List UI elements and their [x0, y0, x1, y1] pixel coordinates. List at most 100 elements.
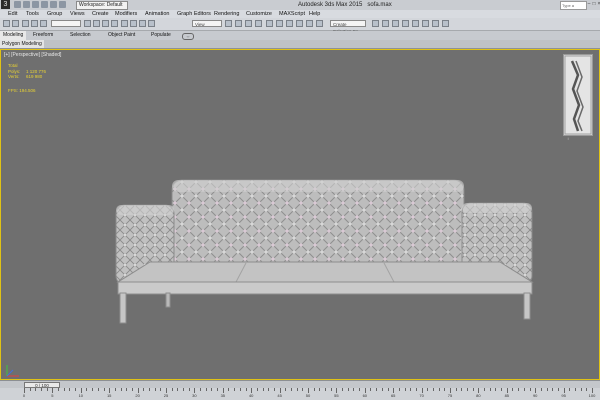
track-tick [148, 388, 150, 391]
track-tick [455, 388, 457, 391]
track-tick [319, 388, 321, 391]
track-tick [387, 388, 389, 391]
track-tick [256, 388, 258, 391]
track-tick [296, 388, 298, 391]
track-tick [273, 388, 275, 391]
track-tick [444, 388, 446, 391]
track-tick [205, 388, 207, 391]
track-tick [262, 388, 264, 391]
track-tick [574, 388, 576, 391]
track-tick [540, 388, 542, 391]
track-tick-label: 0 [22, 393, 26, 398]
track-tick [313, 388, 315, 391]
track-tick-label: 15 [106, 393, 112, 398]
sofa-model[interactable] [0, 0, 600, 400]
track-tick [461, 388, 463, 391]
track-tick [404, 388, 406, 391]
track-tick [518, 388, 520, 391]
track-tick [29, 388, 31, 391]
track-tick [211, 388, 213, 391]
sofa-backrest [171, 179, 465, 273]
track-tick [569, 388, 571, 391]
track-tick [114, 388, 116, 391]
track-tick [41, 388, 43, 391]
track-tick [63, 388, 65, 391]
track-tick-label: 95 [561, 393, 566, 398]
track-tick [200, 388, 202, 391]
track-tick [467, 388, 469, 391]
track-tick [529, 388, 531, 391]
track-tick-label: 25 [163, 393, 169, 398]
track-tick [234, 388, 236, 391]
track-tick [285, 388, 287, 391]
track-tick-label: 35 [220, 393, 226, 398]
track-tick [245, 388, 247, 391]
track-tick-label: 80 [476, 393, 481, 398]
track-tick [489, 388, 491, 391]
track-tick-label: 65 [390, 393, 396, 398]
track-tick [438, 388, 440, 391]
track-tick [472, 388, 474, 391]
track-bar-ticks: 0 5 10 15 20 25 30 35 40 45 50 55 60 65 70 75 80 85 90 95 10… [0, 388, 600, 398]
track-tick [381, 388, 383, 391]
track-tick-label: 70 [419, 393, 424, 398]
track-tick-label: 90 [532, 393, 538, 398]
track-tick [160, 388, 162, 391]
track-tick [97, 388, 99, 391]
track-tick [228, 388, 230, 391]
track-tick [58, 388, 60, 391]
track-tick [325, 388, 327, 391]
sofa-seat [116, 261, 534, 283]
track-tick [398, 388, 400, 391]
track-tick-label: 40 [248, 393, 254, 398]
track-bar[interactable]: 0 5 10 15 20 25 30 35 40 45 50 55 60 65 70 75 80 85 90 95 10… [0, 388, 600, 400]
track-tick [410, 388, 412, 391]
track-tick-label: 75 [447, 393, 453, 398]
track-tick [501, 388, 503, 391]
sofa-base-frame [117, 281, 533, 324]
track-tick [484, 388, 486, 391]
track-tick [376, 388, 378, 391]
track-tick-label: 50 [305, 393, 311, 398]
track-tick [370, 388, 372, 391]
track-tick [120, 388, 122, 391]
track-tick [217, 388, 219, 391]
world-axis-tripod-icon [6, 365, 19, 377]
track-tick-label: 20 [135, 393, 140, 398]
track-tick [415, 388, 417, 391]
track-tick [143, 388, 145, 391]
track-tick [290, 388, 292, 391]
track-tick [552, 388, 554, 391]
track-tick [353, 388, 355, 391]
track-tick-label: 45 [277, 393, 282, 398]
track-tick-label: 55 [334, 393, 339, 398]
track-tick [171, 388, 173, 391]
track-tick [86, 388, 88, 391]
track-tick [580, 388, 582, 391]
track-tick [557, 388, 559, 391]
track-tick [268, 388, 270, 391]
track-tick-label: 85 [504, 393, 510, 398]
track-tick [432, 388, 434, 391]
track-tick [342, 388, 344, 391]
track-tick [546, 388, 548, 391]
track-tick [131, 388, 133, 391]
track-tick-label: 100 [588, 393, 596, 398]
track-tick [586, 388, 588, 391]
track-tick [347, 388, 349, 391]
track-tick [75, 388, 77, 391]
track-tick [154, 388, 156, 391]
track-tick [177, 388, 179, 391]
track-tick-label: 60 [362, 393, 368, 398]
track-tick-label: 30 [192, 393, 197, 398]
track-tick [35, 388, 37, 391]
track-tick [92, 388, 94, 391]
track-tick [495, 388, 497, 391]
track-tick [183, 388, 185, 391]
track-tick [46, 388, 48, 391]
track-tick [69, 388, 71, 391]
track-tick [523, 388, 525, 391]
track-tick-label: 5 [51, 393, 54, 398]
track-tick [330, 388, 332, 391]
track-tick [126, 388, 128, 391]
